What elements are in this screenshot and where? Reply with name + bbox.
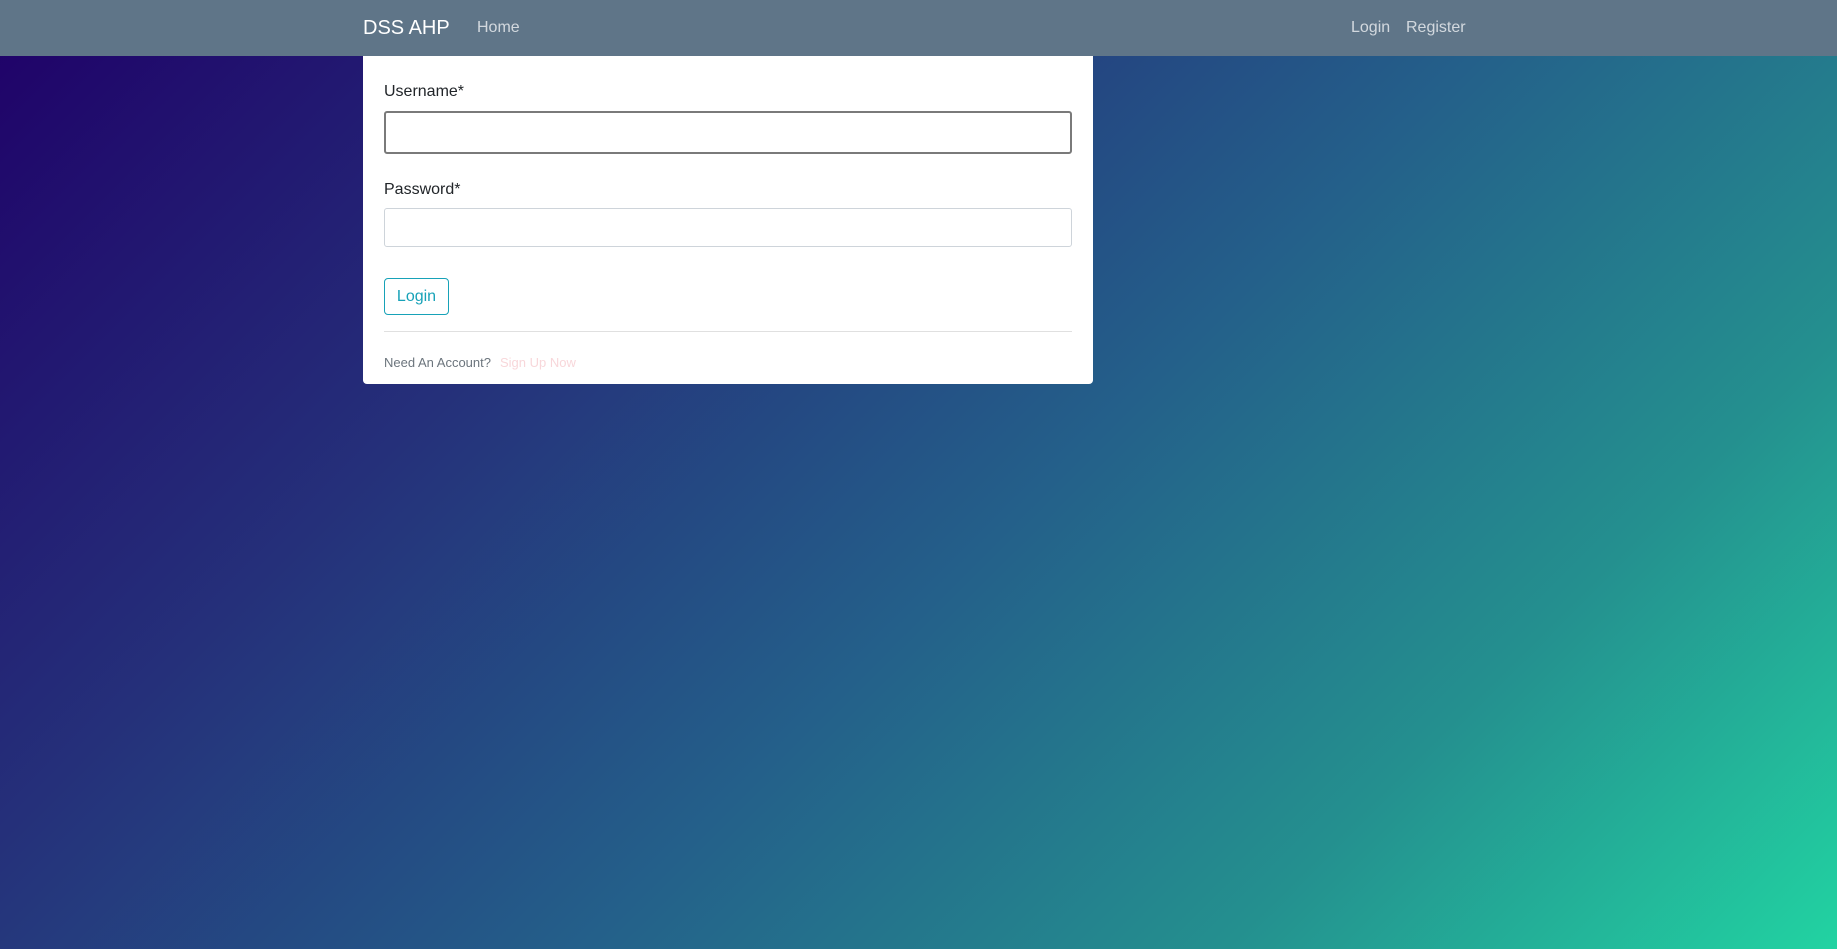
- username-input[interactable]: [384, 111, 1072, 154]
- login-card: Username* Password* Login Need An Accoun…: [363, 56, 1093, 384]
- form-divider: [384, 331, 1072, 332]
- need-account-text: Need An Account?: [384, 355, 491, 370]
- username-label: Username*: [384, 83, 465, 100]
- navbar-brand[interactable]: DSS AHP: [363, 16, 450, 40]
- login-button[interactable]: Login: [384, 278, 449, 315]
- nav-link-home[interactable]: Home: [477, 18, 520, 38]
- password-label: Password*: [384, 181, 461, 198]
- navbar: DSS AHP Home Login Register: [0, 0, 1837, 56]
- signup-link[interactable]: Sign Up Now: [500, 355, 576, 371]
- password-input[interactable]: [384, 208, 1072, 247]
- nav-link-register[interactable]: Register: [1406, 18, 1466, 38]
- nav-link-login[interactable]: Login: [1351, 18, 1390, 38]
